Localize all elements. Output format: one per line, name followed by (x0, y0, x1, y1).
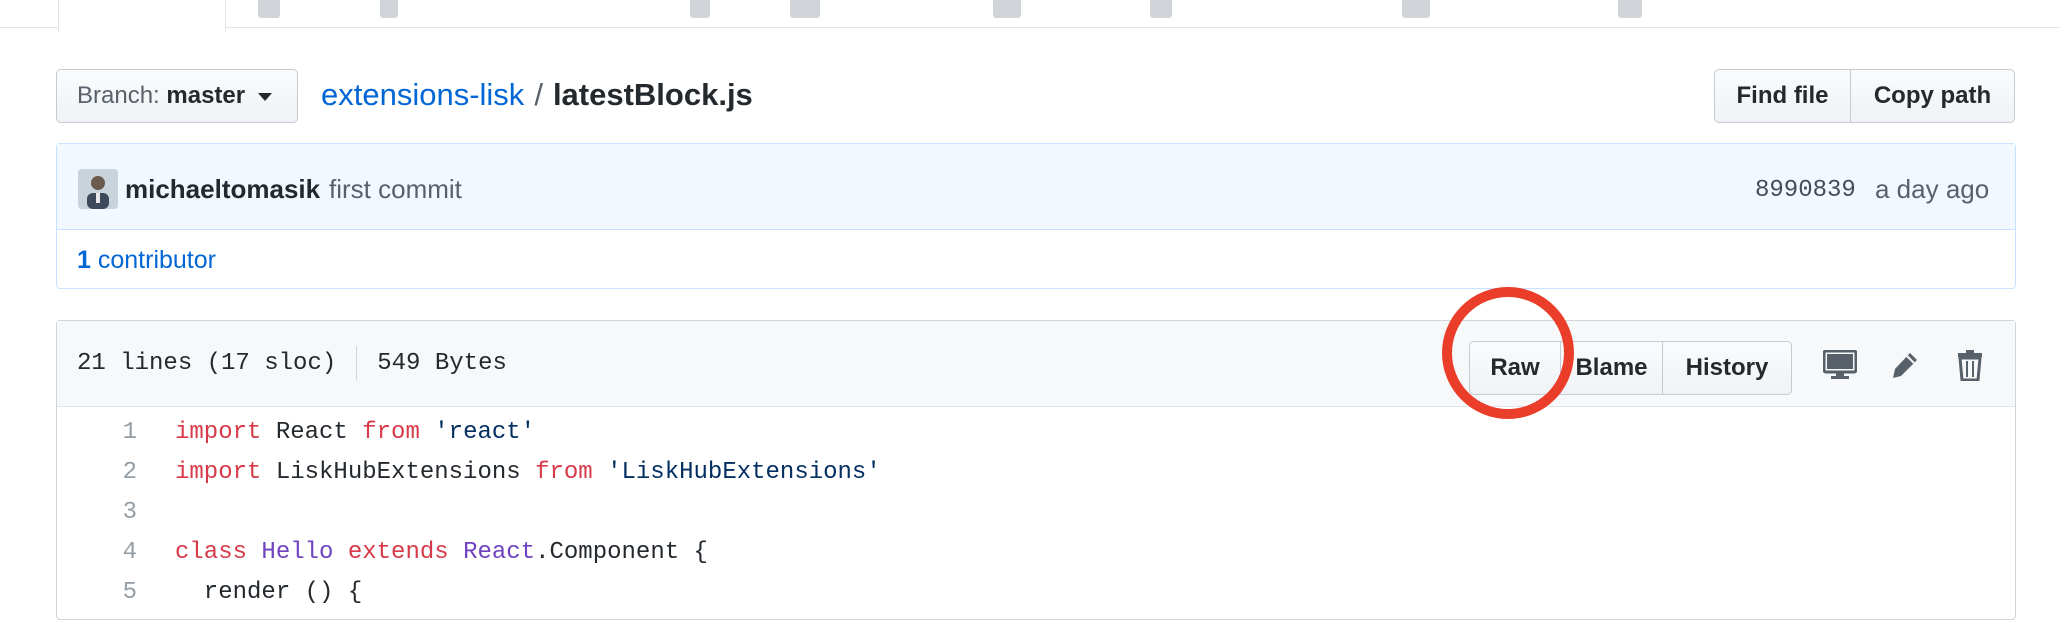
code-token: Hello (261, 538, 334, 566)
branch-select-button[interactable]: Branch: master (56, 69, 298, 123)
file-line-count: 21 lines (17 sloc) (77, 350, 337, 377)
contributors-link[interactable]: 1 contributor (77, 240, 216, 280)
code-token: 'LiskHubExtensions' (607, 458, 881, 486)
line-number[interactable]: 3 (57, 499, 175, 526)
code-line: 2 import LiskHubExtensions from 'LiskHubE… (57, 452, 2015, 492)
line-code: import React from 'react' (175, 419, 535, 446)
desktop-icon (1823, 350, 1857, 379)
commit-message[interactable]: first commit (329, 169, 462, 209)
code-view: 1 import React from 'react' 2 import LiskHu… (57, 407, 2015, 612)
code-token: import (175, 418, 262, 446)
avatar-icon (78, 169, 118, 209)
file-viewer: 21 lines (17 sloc) 549 Bytes Raw Blame Hi… (56, 320, 2016, 620)
breadcrumb: extensions-lisk / latestBlock.js (321, 73, 753, 117)
commit-tease: michaeltomasik first commit 8990839 a da… (56, 143, 2016, 289)
code-token: from (362, 418, 420, 446)
trash-icon (1958, 350, 1982, 381)
history-button[interactable]: History (1662, 341, 1792, 395)
copy-path-button[interactable]: Copy path (1850, 69, 2015, 123)
code-line: 3 (57, 492, 2015, 532)
caret-down-icon (257, 92, 272, 101)
code-token: import (175, 458, 262, 486)
breadcrumb-file-name: latestBlock.js (552, 77, 753, 112)
code-token: extends (347, 538, 449, 566)
avatar[interactable] (78, 169, 118, 209)
file-info: 21 lines (17 sloc) 549 Bytes (77, 344, 507, 384)
code-token: React (463, 538, 536, 566)
commit-time: a day ago (1875, 174, 1990, 204)
breadcrumb-separator: / (534, 77, 543, 112)
code-token: class (175, 538, 248, 566)
blame-button[interactable]: Blame (1560, 341, 1663, 395)
code-line: 4 class Hello extends React.Component { (57, 532, 2015, 572)
branch-label: Branch: (77, 82, 160, 109)
tab-wiki[interactable] (993, 0, 1021, 18)
code-token: 'react' (434, 418, 536, 446)
line-number[interactable]: 2 (57, 459, 175, 486)
tab-pull-requests[interactable] (380, 0, 398, 18)
commit-author[interactable]: michaeltomasik (125, 169, 320, 209)
tab-wiki-count (1150, 0, 1172, 18)
line-code: import LiskHubExtensions from 'LiskHubEx… (175, 459, 881, 486)
tab-code[interactable] (58, 0, 226, 32)
file-size: 549 Bytes (377, 350, 507, 377)
code-line: 1 import React from 'react' (57, 412, 2015, 452)
commit-sha[interactable]: 8990839 (1755, 171, 1856, 211)
line-code: render () { (175, 579, 362, 606)
divider (356, 345, 358, 380)
edit-file-button[interactable] (1883, 343, 1927, 387)
pencil-icon (1893, 353, 1917, 378)
tab-issues[interactable] (258, 0, 280, 18)
file-header: 21 lines (17 sloc) 549 Bytes Raw Blame Hi… (57, 321, 2015, 407)
delete-file-button[interactable] (1948, 343, 1992, 387)
code-token: .Component { (535, 538, 708, 566)
contributors-label: contributor (97, 246, 216, 274)
contributors-count: 1 (77, 246, 91, 274)
breadcrumb-repo-link[interactable]: extensions-lisk (321, 77, 524, 112)
open-in-desktop-button[interactable] (1818, 343, 1862, 387)
tab-settings[interactable] (1618, 0, 1642, 18)
tab-pull-requests-count (690, 0, 710, 18)
line-number[interactable]: 1 (57, 419, 175, 446)
code-line: 5 render () { (57, 572, 2015, 612)
code-token: from (535, 458, 593, 486)
file-nav-buttons: Find file Copy path (1714, 69, 2015, 123)
code-token: render () { (175, 578, 363, 606)
branch-name: master (166, 82, 246, 109)
tab-projects[interactable] (790, 0, 820, 18)
code-token: LiskHubExtensions (261, 458, 536, 486)
tab-insights[interactable] (1402, 0, 1430, 18)
latest-commit-row: michaeltomasik first commit 8990839 a da… (57, 144, 2015, 230)
line-number[interactable]: 4 (57, 539, 175, 566)
raw-button[interactable]: Raw (1469, 341, 1561, 395)
find-file-button[interactable]: Find file (1714, 69, 1851, 123)
code-token: React (261, 418, 363, 446)
repo-tab-strip (0, 0, 2060, 32)
line-number[interactable]: 5 (57, 579, 175, 606)
line-code: class Hello extends React.Component { (175, 539, 708, 566)
